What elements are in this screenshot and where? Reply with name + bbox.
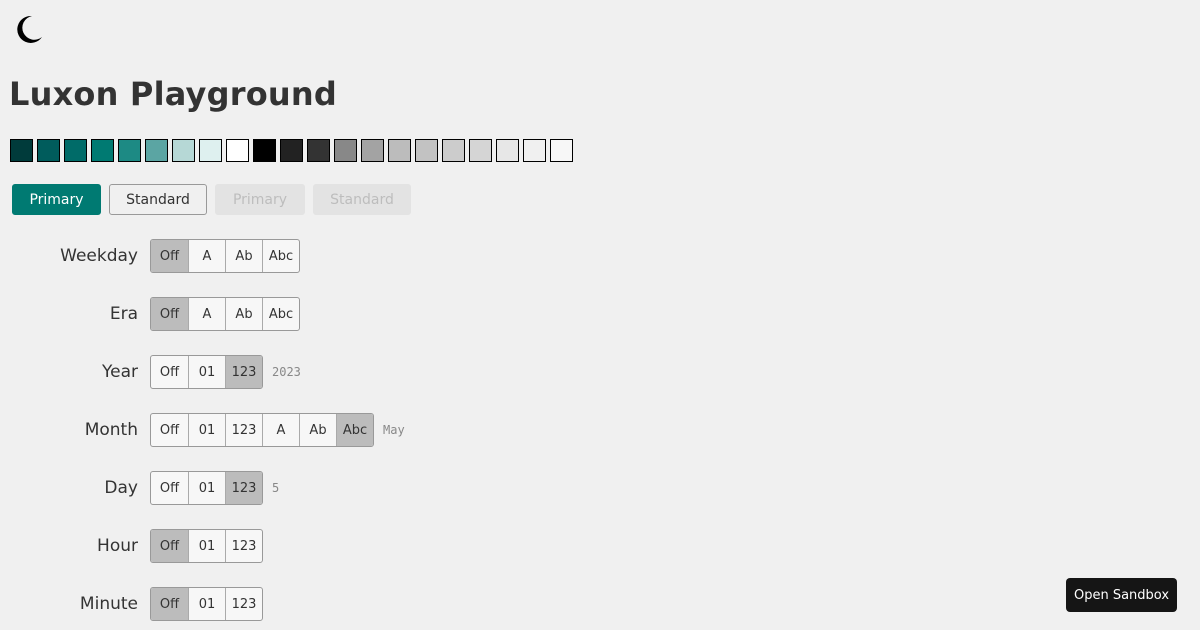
color-swatch (388, 139, 411, 162)
primary-button-disabled: Primary (215, 184, 305, 215)
year-preview: 2023 (272, 365, 301, 379)
month-option[interactable]: Off (151, 414, 188, 446)
button-demo-row: Primary Standard Primary Standard (12, 184, 411, 215)
month-format-toggle: Off 01 123 A Ab Abc (150, 413, 374, 447)
color-swatch (361, 139, 384, 162)
minute-option[interactable]: Off (151, 588, 188, 620)
weekday-option[interactable]: Ab (225, 240, 262, 272)
hour-option[interactable]: Off (151, 530, 188, 562)
color-swatch (145, 139, 168, 162)
open-sandbox-button[interactable]: Open Sandbox (1066, 578, 1177, 612)
month-option[interactable]: 123 (225, 414, 262, 446)
hour-option[interactable]: 123 (225, 530, 262, 562)
era-option[interactable]: Abc (262, 298, 299, 330)
color-swatch (10, 139, 33, 162)
minute-option[interactable]: 123 (225, 588, 262, 620)
color-swatch (334, 139, 357, 162)
era-format-toggle: Off A Ab Abc (150, 297, 300, 331)
weekday-option[interactable]: Abc (262, 240, 299, 272)
color-swatch (496, 139, 519, 162)
color-swatch (199, 139, 222, 162)
field-row-month: Month Off 01 123 A Ab Abc May (0, 413, 405, 447)
field-label-minute: Minute (79, 594, 138, 614)
color-swatch (226, 139, 249, 162)
field-label-weekday: Weekday (60, 246, 138, 266)
field-row-hour: Hour Off 01 123 (0, 529, 263, 563)
color-swatch (91, 139, 114, 162)
standard-button[interactable]: Standard (109, 184, 207, 215)
year-option[interactable]: Off (151, 356, 188, 388)
year-option[interactable]: 01 (188, 356, 225, 388)
color-palette (10, 139, 573, 162)
standard-button-disabled: Standard (313, 184, 411, 215)
field-row-weekday: Weekday Off A Ab Abc (0, 239, 300, 273)
year-format-toggle: Off 01 123 (150, 355, 263, 389)
month-preview: May (383, 423, 405, 437)
field-row-minute: Minute Off 01 123 (0, 587, 263, 621)
field-row-era: Era Off A Ab Abc (0, 297, 300, 331)
hour-option[interactable]: 01 (188, 530, 225, 562)
color-swatch (307, 139, 330, 162)
color-swatch (37, 139, 60, 162)
day-option[interactable]: 123 (225, 472, 262, 504)
color-swatch (280, 139, 303, 162)
page-title: Luxon Playground (9, 75, 337, 113)
field-label-year: Year (102, 362, 138, 382)
color-swatch (442, 139, 465, 162)
color-swatch (550, 139, 573, 162)
color-swatch (64, 139, 87, 162)
primary-button[interactable]: Primary (12, 184, 101, 215)
minute-option[interactable]: 01 (188, 588, 225, 620)
color-swatch (469, 139, 492, 162)
field-label-era: Era (109, 304, 138, 324)
era-option[interactable]: A (188, 298, 225, 330)
weekday-option[interactable]: Off (151, 240, 188, 272)
field-row-day: Day Off 01 123 5 (0, 471, 279, 505)
color-swatch (523, 139, 546, 162)
era-option[interactable]: Off (151, 298, 188, 330)
day-format-toggle: Off 01 123 (150, 471, 263, 505)
moon-icon (12, 13, 44, 45)
month-option[interactable]: Abc (336, 414, 373, 446)
weekday-format-toggle: Off A Ab Abc (150, 239, 300, 273)
field-label-month: Month (84, 420, 138, 440)
era-option[interactable]: Ab (225, 298, 262, 330)
minute-format-toggle: Off 01 123 (150, 587, 263, 621)
day-option[interactable]: 01 (188, 472, 225, 504)
color-swatch (172, 139, 195, 162)
month-option[interactable]: A (262, 414, 299, 446)
field-row-year: Year Off 01 123 2023 (0, 355, 301, 389)
year-option[interactable]: 123 (225, 356, 262, 388)
day-preview: 5 (272, 481, 280, 495)
hour-format-toggle: Off 01 123 (150, 529, 263, 563)
field-label-day: Day (104, 478, 138, 498)
color-swatch (415, 139, 438, 162)
month-option[interactable]: 01 (188, 414, 225, 446)
day-option[interactable]: Off (151, 472, 188, 504)
field-label-hour: Hour (97, 536, 138, 556)
month-option[interactable]: Ab (299, 414, 336, 446)
weekday-option[interactable]: A (188, 240, 225, 272)
color-swatch (253, 139, 276, 162)
color-swatch (118, 139, 141, 162)
